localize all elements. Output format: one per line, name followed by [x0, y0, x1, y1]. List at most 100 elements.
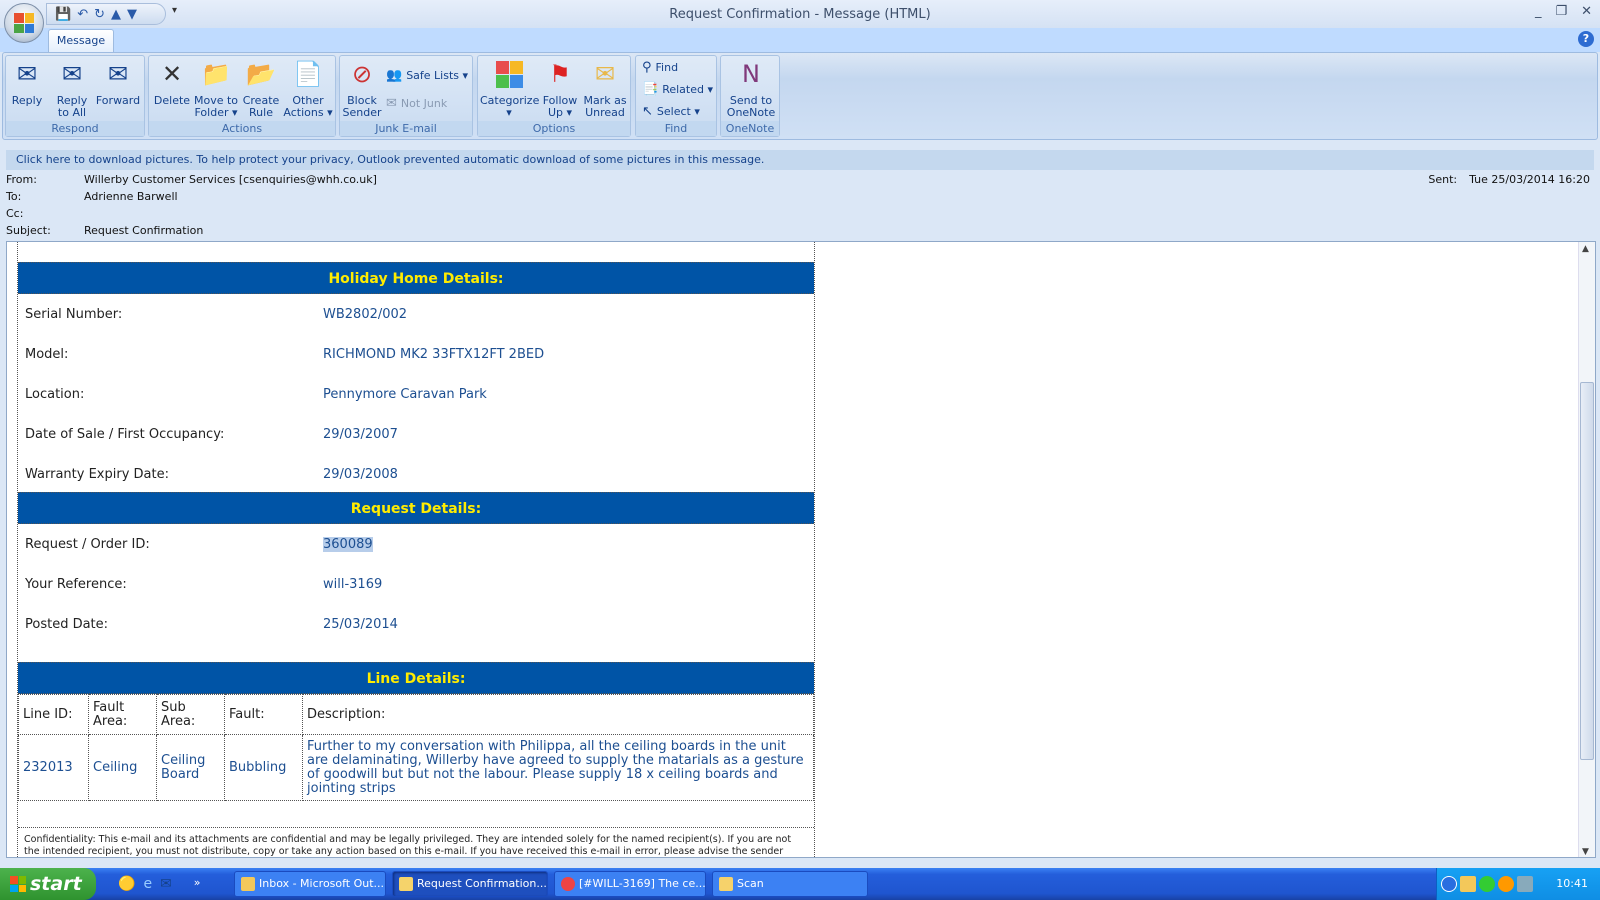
window-title: Request Confirmation - Message (HTML)	[669, 7, 931, 22]
block-sender-button[interactable]: ⊘ Block Sender	[342, 59, 382, 119]
quick-launch: 🟡 e ✉ »	[118, 876, 201, 892]
task-inbox[interactable]: Inbox - Microsoft Out...	[234, 871, 386, 897]
create-rule-button[interactable]: 📂 Create Rule	[241, 59, 281, 119]
sub-area-cell: Ceiling Board	[156, 734, 225, 801]
categorize-button[interactable]: Categorize ▾	[480, 59, 539, 119]
status-green-icon[interactable]	[1479, 876, 1495, 892]
help-icon[interactable]: ?	[1578, 31, 1594, 47]
folder-icon	[719, 877, 733, 891]
detail-label: Date of Sale / First Occupancy:	[25, 426, 225, 442]
line-details-heading: Line Details:	[18, 662, 814, 694]
detail-label: Location:	[25, 386, 85, 402]
group-find: ⚲ Find 📑 Related ▾ ↖ Select ▾ Find	[635, 55, 717, 137]
confidentiality-notice: Confidentiality: This e-mail and its att…	[18, 827, 814, 857]
undo-icon[interactable]: ↶	[77, 7, 88, 22]
task-chrome[interactable]: [#WILL-3169] The ce...	[554, 871, 706, 897]
detail-value: RICHMOND MK2 33FTX12FT 2BED	[323, 346, 545, 362]
envelope-icon	[399, 877, 413, 891]
subject-value: Request Confirmation	[84, 224, 204, 237]
tab-message[interactable]: Message	[48, 29, 114, 53]
move-to-folder-button[interactable]: 📁 Move to Folder ▾	[193, 59, 239, 119]
detail-label: Model:	[25, 346, 69, 362]
description-cell: Further to my conversation with Philippa…	[302, 734, 814, 801]
sent-row: Sent: Tue 25/03/2014 16:20	[1428, 173, 1590, 186]
detail-row: Request / Order ID: 360089	[18, 524, 814, 564]
from-value[interactable]: Willerby Customer Services [csenquiries@…	[84, 173, 377, 186]
column-header: Line ID:	[18, 694, 89, 735]
outlook-tray-icon[interactable]	[1460, 876, 1476, 892]
fault-area-cell: Ceiling	[88, 734, 157, 801]
detail-value: 25/03/2014	[323, 616, 398, 632]
detail-row: Warranty Expiry Date: 29/03/2008	[18, 454, 814, 494]
detail-label: Request / Order ID:	[25, 536, 150, 552]
scroll-down-icon[interactable]: ▼	[1582, 847, 1589, 857]
block-sender-icon: ⊘	[351, 60, 373, 88]
minimize-button[interactable]: _	[1535, 4, 1542, 19]
group-junk-email: ⊘ Block Sender 👥 Safe Lists ▾ ✉ Not Junk Ju…	[339, 55, 473, 137]
windows-logo-icon	[10, 876, 26, 892]
next-icon[interactable]: ▼	[127, 7, 137, 22]
flag-icon: ⚑	[549, 60, 571, 88]
table-row: 232013 Ceiling Ceiling Board Bubbling Fu…	[18, 734, 814, 801]
more-quick-launch-button[interactable]: »	[194, 876, 201, 892]
show-hidden-icons-button[interactable]	[1441, 876, 1457, 892]
detail-label: Serial Number:	[25, 306, 123, 322]
avast-icon[interactable]	[1498, 876, 1514, 892]
to-value[interactable]: Adrienne Barwell	[84, 190, 178, 203]
restore-button[interactable]: ❐	[1555, 4, 1567, 19]
scroll-up-icon[interactable]: ▲	[1582, 244, 1589, 254]
customize-toolbar-button[interactable]: ▾	[172, 5, 177, 16]
reply-icon: ✉	[16, 60, 38, 88]
detail-row: Serial Number: WB2802/002	[18, 294, 814, 334]
related-icon: 📑	[642, 82, 659, 97]
detail-row: Posted Date: 25/03/2014	[18, 604, 814, 644]
ribbon-tabs: Message ?	[0, 28, 1600, 53]
download-pictures-infobar[interactable]: Click here to download pictures. To help…	[6, 150, 1594, 170]
group-respond: ✉ Reply ✉ Reply to All ✉ Forward Respond	[5, 55, 145, 137]
fault-cell: Bubbling	[224, 734, 303, 801]
reply-button[interactable]: ✉ Reply	[10, 59, 44, 107]
reply-all-button[interactable]: ✉ Reply to All	[52, 59, 92, 119]
clock: 10:41	[1556, 877, 1588, 890]
close-button[interactable]: ✕	[1581, 4, 1592, 19]
forward-button[interactable]: ✉ Forward	[94, 59, 142, 107]
not-junk-button[interactable]: ✉ Not Junk	[386, 96, 447, 111]
detail-row: Your Reference: will-3169	[18, 564, 814, 604]
system-tray: 10:41	[1436, 868, 1600, 900]
from-row: From: Willerby Customer Services [csenqui…	[6, 173, 377, 186]
detail-row: Location: Pennymore Caravan Park	[18, 374, 814, 414]
holiday-home-heading: Holiday Home Details:	[18, 262, 814, 294]
previous-icon[interactable]: ▲	[111, 7, 121, 22]
group-label: Find	[636, 121, 716, 136]
group-label: Respond	[6, 121, 144, 136]
find-button[interactable]: ⚲ Find	[642, 60, 678, 75]
save-icon[interactable]: 💾	[55, 7, 71, 22]
rule-icon: 📂	[246, 60, 276, 88]
scrollbar-thumb[interactable]	[1580, 382, 1594, 760]
group-label: OneNote	[721, 121, 779, 136]
detail-row: Model: RICHMOND MK2 33FTX12FT 2BED	[18, 334, 814, 374]
send-to-onenote-button[interactable]: N Send to OneNote	[723, 59, 779, 119]
task-scan[interactable]: Scan	[712, 871, 868, 897]
other-actions-button[interactable]: 📄 Other Actions ▾	[283, 59, 333, 119]
group-label: Options	[478, 121, 630, 136]
network-icon[interactable]	[1517, 876, 1533, 892]
mark-as-unread-button[interactable]: ✉ Mark as Unread	[582, 59, 628, 119]
request-details-heading: Request Details:	[18, 492, 814, 524]
column-header: Description:	[302, 694, 814, 735]
detail-row: Date of Sale / First Occupancy: 29/03/200…	[18, 414, 814, 454]
office-button[interactable]	[4, 3, 44, 43]
redo-icon[interactable]: ↻	[94, 7, 105, 22]
start-button[interactable]: start	[0, 868, 96, 900]
task-request-confirmation[interactable]: Request Confirmation...	[392, 871, 548, 897]
outlook-icon[interactable]: ✉	[160, 876, 172, 892]
internet-explorer-icon[interactable]: e	[143, 876, 152, 892]
delete-button[interactable]: ✕ Delete	[153, 59, 191, 107]
related-button[interactable]: 📑 Related ▾	[642, 82, 713, 97]
safe-lists-button[interactable]: 👥 Safe Lists ▾	[386, 68, 468, 83]
vertical-scrollbar[interactable]: ▲ ▼	[1578, 242, 1595, 857]
select-button[interactable]: ↖ Select ▾	[642, 104, 700, 119]
follow-up-button[interactable]: ⚑ Follow Up ▾	[540, 59, 580, 119]
chrome-icon[interactable]: 🟡	[118, 876, 135, 892]
group-options: Categorize ▾ ⚑ Follow Up ▾ ✉ Mark as Unrea…	[477, 55, 631, 137]
